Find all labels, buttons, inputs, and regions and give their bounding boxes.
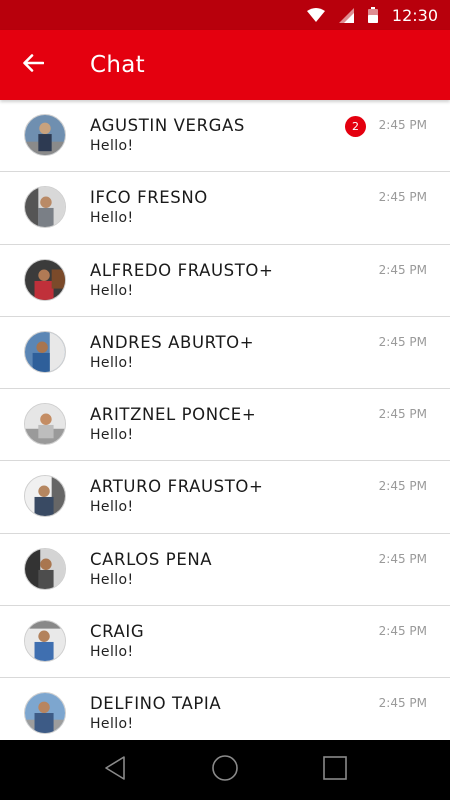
message-preview: Hello! bbox=[90, 354, 134, 371]
message-time: 2:45 PM bbox=[378, 624, 427, 639]
avatar bbox=[24, 475, 66, 518]
back-triangle-icon bbox=[103, 755, 127, 786]
contact-name: IFCO FRESNO bbox=[90, 188, 208, 208]
avatar bbox=[24, 692, 66, 735]
avatar bbox=[24, 114, 66, 156]
chat-row[interactable]: IFCO FRESNO Hello! 2:45 PM bbox=[0, 172, 450, 245]
nav-recents-button[interactable] bbox=[315, 750, 355, 790]
avatar bbox=[24, 258, 66, 301]
avatar bbox=[24, 620, 66, 663]
message-preview: Hello! bbox=[90, 571, 134, 588]
avatar bbox=[24, 330, 66, 373]
message-time: 2:45 PM bbox=[378, 696, 427, 711]
message-time: 2:45 PM bbox=[378, 190, 427, 205]
status-bar: 12:30 bbox=[0, 0, 450, 30]
message-time: 2:45 PM bbox=[378, 479, 427, 494]
contact-name: ARITZNEL PONCE+ bbox=[90, 405, 257, 425]
message-preview: Hello! bbox=[90, 427, 134, 444]
avatar bbox=[24, 186, 66, 229]
home-circle-icon bbox=[211, 754, 239, 787]
chat-row[interactable]: CRAIG Hello! 2:45 PM bbox=[0, 606, 450, 679]
contact-name: ARTURO FRAUSTO+ bbox=[90, 477, 264, 497]
chat-row[interactable]: ALFREDO FRAUSTO+ Hello! 2:45 PM bbox=[0, 245, 450, 317]
arrow-left-icon bbox=[22, 53, 45, 77]
nav-home-button[interactable] bbox=[205, 750, 245, 790]
nav-back-button[interactable] bbox=[95, 750, 135, 790]
message-time: 2:45 PM bbox=[378, 118, 427, 132]
chat-row[interactable]: ANDRES ABURTO+ Hello! 2:45 PM bbox=[0, 317, 450, 390]
wifi-icon bbox=[306, 8, 325, 22]
chat-list: AGUSTIN VERGAS Hello! 2 2:45 PM IFCO FRE… bbox=[0, 100, 450, 740]
avatar bbox=[24, 547, 66, 590]
message-time: 2:45 PM bbox=[378, 262, 427, 277]
app-bar: Chat bbox=[0, 30, 450, 100]
message-preview: Hello! bbox=[90, 282, 134, 299]
cell-signal-icon bbox=[338, 7, 354, 23]
contact-name: ALFREDO FRAUSTO+ bbox=[90, 260, 274, 280]
system-nav-bar bbox=[0, 740, 450, 800]
recents-square-icon bbox=[322, 755, 348, 786]
unread-badge: 2 bbox=[345, 116, 366, 137]
avatar bbox=[24, 403, 66, 446]
contact-name: CRAIG bbox=[90, 622, 145, 642]
message-preview: Hello! bbox=[90, 210, 134, 227]
message-preview: Hello! bbox=[90, 499, 134, 516]
battery-icon bbox=[367, 7, 378, 23]
message-preview: Hello! bbox=[90, 138, 134, 154]
chat-row[interactable]: ARITZNEL PONCE+ Hello! 2:45 PM bbox=[0, 389, 450, 462]
message-time: 2:45 PM bbox=[378, 334, 427, 349]
contact-name: CARLOS PENA bbox=[90, 549, 213, 569]
chat-row[interactable]: ARTURO FRAUSTO+ Hello! 2:45 PM bbox=[0, 461, 450, 534]
chat-row[interactable]: AGUSTIN VERGAS Hello! 2 2:45 PM bbox=[0, 100, 450, 173]
status-time: 12:30 bbox=[391, 5, 438, 25]
page-title: Chat bbox=[90, 52, 145, 78]
chat-row[interactable]: DELFINO TAPIA Hello! 2:45 PM bbox=[0, 678, 450, 740]
message-preview: Hello! bbox=[90, 644, 134, 661]
message-time: 2:45 PM bbox=[378, 407, 427, 422]
message-preview: Hello! bbox=[90, 716, 134, 733]
back-button[interactable] bbox=[0, 30, 66, 100]
contact-name: DELFINO TAPIA bbox=[90, 694, 222, 714]
contact-name: ANDRES ABURTO+ bbox=[90, 332, 255, 352]
chat-row[interactable]: CARLOS PENA Hello! 2:45 PM bbox=[0, 534, 450, 607]
message-time: 2:45 PM bbox=[378, 551, 427, 566]
contact-name: AGUSTIN VERGAS bbox=[90, 116, 245, 135]
